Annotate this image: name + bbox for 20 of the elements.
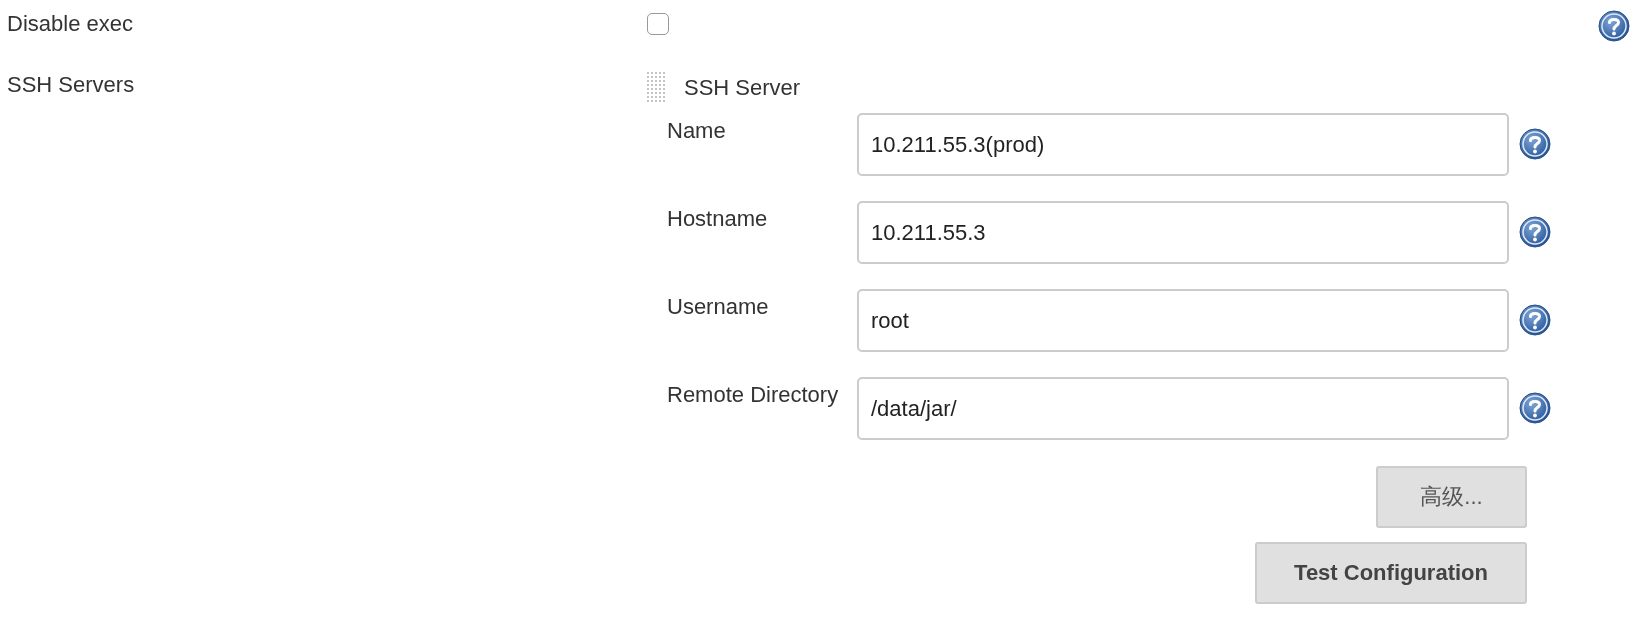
help-icon[interactable] [1519, 128, 1551, 160]
text-field[interactable]: root [857, 289, 1509, 352]
test-configuration-button[interactable]: Test Configuration [1255, 542, 1527, 604]
field-label: Username [666, 293, 770, 320]
checkbox[interactable] [647, 13, 669, 35]
text-field[interactable]: 10.211.55.3(prod) [857, 113, 1509, 176]
field-label: Name [666, 117, 727, 144]
text-field[interactable]: 10.211.55.3 [857, 201, 1509, 264]
help-icon[interactable] [1519, 304, 1551, 336]
help-icon[interactable] [1519, 216, 1551, 248]
drag-handle-icon[interactable] [646, 71, 667, 104]
text-field[interactable]: /data/jar/ [857, 377, 1509, 440]
field-label: Hostname [666, 205, 769, 232]
field-label: SSH Servers [6, 71, 136, 99]
help-icon[interactable] [1598, 10, 1630, 42]
help-icon[interactable] [1519, 392, 1551, 424]
field-label: Remote Directory [666, 381, 840, 408]
advanced-button[interactable]: 高级... [1376, 466, 1527, 528]
section-title: SSH Server [684, 74, 801, 101]
field-label: Disable exec [6, 11, 134, 37]
